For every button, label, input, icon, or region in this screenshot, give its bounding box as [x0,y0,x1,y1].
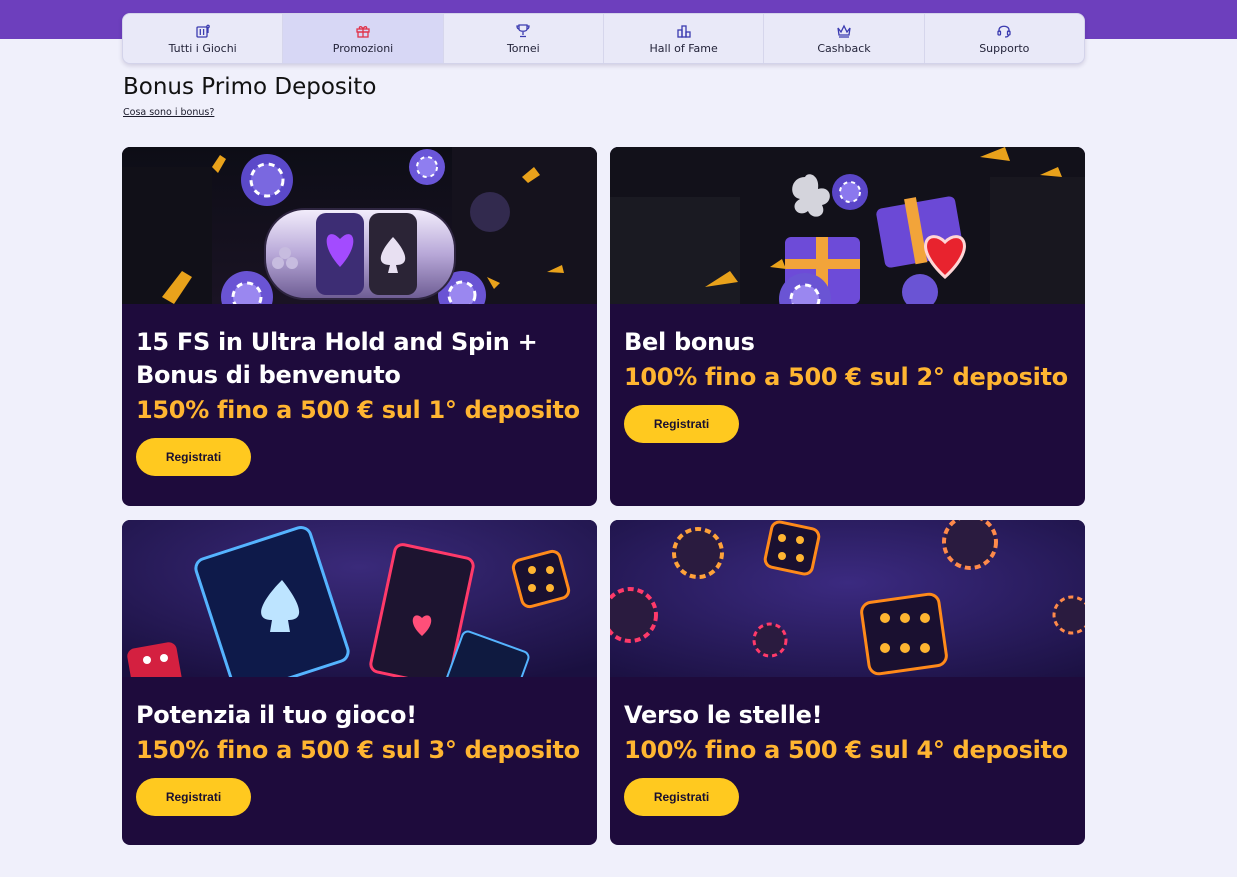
nav-item-all-games[interactable]: Tutti i Giochi [123,14,284,63]
nav-item-label: Promozioni [332,41,394,55]
nav-item-cashback[interactable]: Cashback [764,14,925,63]
gift-icon [356,25,370,38]
bonus-card-1: 15 FS in Ultra Hold and Spin + Bonus di … [122,147,597,506]
card-title: 15 FS in Ultra Hold and Spin + Bonus di … [136,328,538,389]
register-button[interactable]: Registrati [624,405,739,443]
slot-reels-banner [122,147,597,304]
slot-machine-icon [196,24,210,38]
bonus-card-4: Verso le stelle! 100% fino a 500 € sul 4… [610,520,1085,845]
nav-item-label: Cashback [817,41,871,55]
nav-item-hall-of-fame[interactable]: Hall of Fame [604,14,765,63]
trophy-icon [516,23,530,37]
card-title: Verso le stelle! [624,701,823,729]
bonus-card-3: Potenzia il tuo gioco! 150% fino a 500 €… [122,520,597,845]
nav-item-promotions[interactable]: Promozioni [283,14,444,63]
crown-icon [837,24,851,38]
nav-item-label: Tutti i Giochi [168,41,237,55]
nav-item-label: Supporto [979,41,1030,55]
register-button[interactable]: Registrati [136,438,251,476]
podium-icon [676,24,691,38]
card-offer: 150% fino a 500 € sul 1° deposito [136,396,580,424]
card-offer: 100% fino a 500 € sul 4° deposito [624,736,1068,764]
gift-boxes-banner [610,147,1085,304]
bonus-card-2: Bel bonus 100% fino a 500 € sul 2° depos… [610,147,1085,506]
card-title: Potenzia il tuo gioco! [136,701,417,729]
nav-item-support[interactable]: Supporto [925,14,1084,63]
register-button[interactable]: Registrati [136,778,251,816]
card-offer: 150% fino a 500 € sul 3° deposito [136,736,580,764]
card-title: Bel bonus [624,328,755,356]
dice-chips-banner [610,520,1085,677]
nav-item-label: Tornei [506,41,540,55]
page-title: Bonus Primo Deposito [123,74,377,100]
register-button[interactable]: Registrati [624,778,739,816]
headset-icon [997,25,1011,38]
nav-item-label: Hall of Fame [649,41,718,55]
category-nav: Tutti i Giochi Promozioni Tornei Hall of… [122,13,1085,64]
what-are-bonuses-link[interactable]: Cosa sono i bonus? [123,107,214,118]
card-offer: 100% fino a 500 € sul 2° deposito [624,363,1068,391]
nav-item-tournaments[interactable]: Tornei [444,14,604,63]
playing-cards-banner [122,520,597,677]
